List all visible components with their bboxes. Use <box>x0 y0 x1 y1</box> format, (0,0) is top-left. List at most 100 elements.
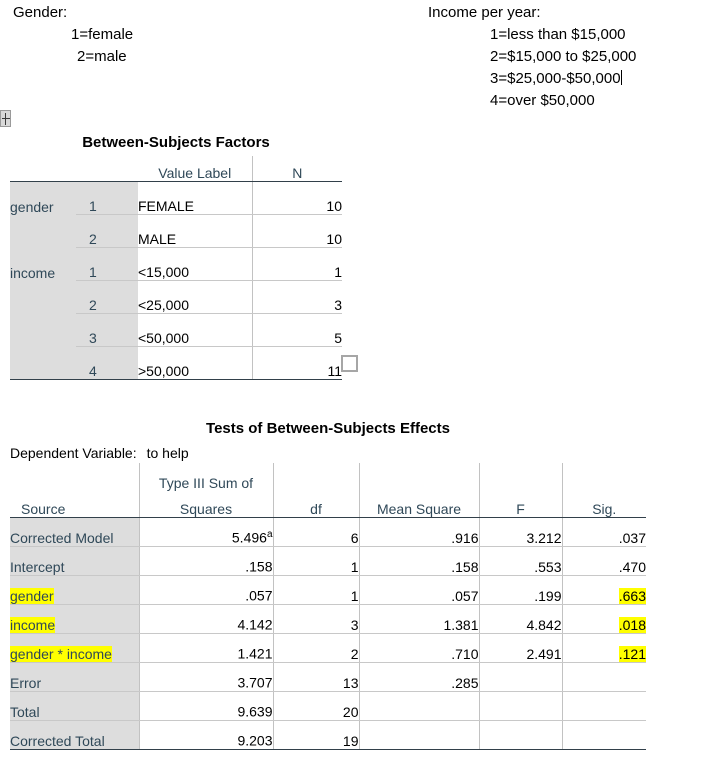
effects-sig-text: .663 <box>618 588 646 604</box>
effects-cell-df: 2 <box>272 633 359 663</box>
effects-cell-source: gender <box>10 575 139 605</box>
effects-cell-sig: .018 <box>561 604 646 634</box>
effects-source-text: Total <box>10 704 40 720</box>
effects-source-text: income <box>10 617 56 633</box>
effects-source-text: Corrected Total <box>10 733 105 749</box>
effects-cell-sig: .470 <box>561 546 646 576</box>
factors-cell-n: 11 <box>251 346 342 380</box>
resize-handle-icon[interactable] <box>341 355 358 372</box>
table-row: 3 <50,000 5 <box>10 313 342 347</box>
factors-cell-value-label: FEMALE <box>138 181 252 215</box>
factors-cell-value-label: >50,000 <box>138 346 252 380</box>
selection-handle-icon[interactable] <box>0 110 11 127</box>
income-legend-item-1: 1=less than $15,000 <box>490 26 626 43</box>
effects-cell-ss: .158 <box>138 546 273 576</box>
effects-cell-source: Corrected Model <box>10 517 139 547</box>
factors-cell-variable <box>10 346 76 380</box>
effects-cell-source: Corrected Total <box>10 720 139 750</box>
effects-header-row-bottom: Source Squares df Mean Square F Sig. <box>10 491 646 518</box>
effects-cell-f <box>478 662 562 692</box>
effects-header-df: df <box>272 491 359 518</box>
table-row: Total 9.639 20 <box>10 691 646 721</box>
factors-cell-value-label: <50,000 <box>138 313 252 347</box>
factors-header-value <box>76 156 138 182</box>
effects-cell-ms: .710 <box>358 633 479 663</box>
effects-cell-f: 2.491 <box>478 633 562 663</box>
effects-cell-source: Total <box>10 691 139 721</box>
effects-header-df-spacer <box>272 463 359 491</box>
effects-ss-text: 9.203 <box>237 733 273 749</box>
effects-cell-ms: .285 <box>358 662 479 692</box>
income-legend-item-3: 3=$25,000-$50,000 <box>428 68 636 90</box>
dependent-variable-name: to help <box>146 445 189 461</box>
gender-legend-item-2: 2=male <box>77 48 127 65</box>
effects-source-text: gender * income <box>10 646 112 662</box>
gender-legend-item-1: 1=female <box>71 26 134 43</box>
footnote-marker: a <box>266 529 273 541</box>
table-row: Error 3.707 13 .285 <box>10 662 646 692</box>
effects-cell-df: 1 <box>272 546 359 576</box>
tests-of-between-subjects-effects-block: Tests of Between-Subjects Effects Depend… <box>10 420 646 750</box>
table-row: Corrected Total 9.203 19 <box>10 720 646 750</box>
effects-header-source: Source <box>10 491 139 518</box>
dependent-variable-line: Dependent Variable: to help <box>10 445 646 461</box>
effects-table-title: Tests of Between-Subjects Effects <box>206 420 450 437</box>
table-row: Corrected Model 5.496a 6 .916 3.212 .037 <box>10 517 646 547</box>
effects-cell-sig: .037 <box>561 517 646 547</box>
effects-cell-ss: 1.421 <box>138 633 273 663</box>
income-legend-item-4: 4=over $50,000 <box>490 92 595 109</box>
table-row: 2 MALE 10 <box>10 214 342 248</box>
effects-cell-source: Intercept <box>10 546 139 576</box>
gender-legend-heading: Gender: <box>13 4 68 21</box>
factors-header-row: Value Label N <box>10 156 342 182</box>
effects-sig-text: .470 <box>618 559 646 575</box>
effects-ss-text: 5.496 <box>231 530 267 546</box>
table-row: gender .057 1 .057 .199 .663 <box>10 575 646 605</box>
factors-header-n: N <box>251 156 342 182</box>
effects-ss-text: .057 <box>245 588 273 604</box>
effects-cell-sig <box>561 691 646 721</box>
effects-header-row-top: Type III Sum of <box>10 463 646 491</box>
effects-source-text: Intercept <box>10 559 65 575</box>
effects-cell-sig <box>561 720 646 750</box>
income-legend-item-3-text: 3=$25,000-$50,000 <box>490 70 621 87</box>
effects-header-f-spacer <box>478 463 562 491</box>
effects-ss-text: 1.421 <box>237 646 273 662</box>
effects-source-text: Corrected Model <box>10 530 114 546</box>
effects-header-ms-spacer <box>358 463 479 491</box>
income-legend-item-2: 2=$15,000 to $25,000 <box>490 48 637 65</box>
factors-cell-n: 10 <box>251 214 342 248</box>
factors-cell-value-label: <15,000 <box>138 247 252 281</box>
factors-header-value-label: Value Label <box>138 156 252 182</box>
effects-cell-source: gender * income <box>10 633 139 663</box>
effects-ss-text: 9.639 <box>237 704 273 720</box>
effects-header-spacer <box>10 463 139 491</box>
effects-header-f: F <box>478 491 562 518</box>
effects-table: Type III Sum of Source Squares df Mean S… <box>10 463 646 750</box>
effects-cell-df: 3 <box>272 604 359 634</box>
effects-cell-ms: .057 <box>358 575 479 605</box>
effects-cell-ss: .057 <box>138 575 273 605</box>
factors-cell-value: 1 <box>76 247 138 281</box>
effects-header-sig: Sig. <box>561 491 646 518</box>
factors-cell-variable <box>10 214 76 248</box>
effects-cell-ss: 3.707 <box>138 662 273 692</box>
effects-cell-ss: 4.142 <box>138 604 273 634</box>
effects-cell-f <box>478 691 562 721</box>
effects-cell-ms: .916 <box>358 517 479 547</box>
effects-cell-ms: .158 <box>358 546 479 576</box>
effects-source-text: gender <box>10 588 54 604</box>
effects-ss-text: 3.707 <box>237 675 273 691</box>
effects-cell-df: 1 <box>272 575 359 605</box>
effects-sig-text: .018 <box>618 617 646 633</box>
effects-cell-f: 3.212 <box>478 517 562 547</box>
between-subjects-factors-block: Between-Subjects Factors Value Label N g… <box>10 134 342 380</box>
factors-cell-n: 1 <box>251 247 342 281</box>
effects-ss-text: 4.142 <box>237 617 273 633</box>
effects-sig-text: .037 <box>618 530 646 546</box>
factors-cell-variable: gender <box>10 181 76 215</box>
gender-legend: Gender: 1=female 2=male <box>13 2 133 68</box>
table-row: gender 1 FEMALE 10 <box>10 181 342 215</box>
effects-header-mean-square: Mean Square <box>358 491 479 518</box>
factors-table: Value Label N gender 1 FEMALE 10 2 MALE … <box>10 156 342 380</box>
